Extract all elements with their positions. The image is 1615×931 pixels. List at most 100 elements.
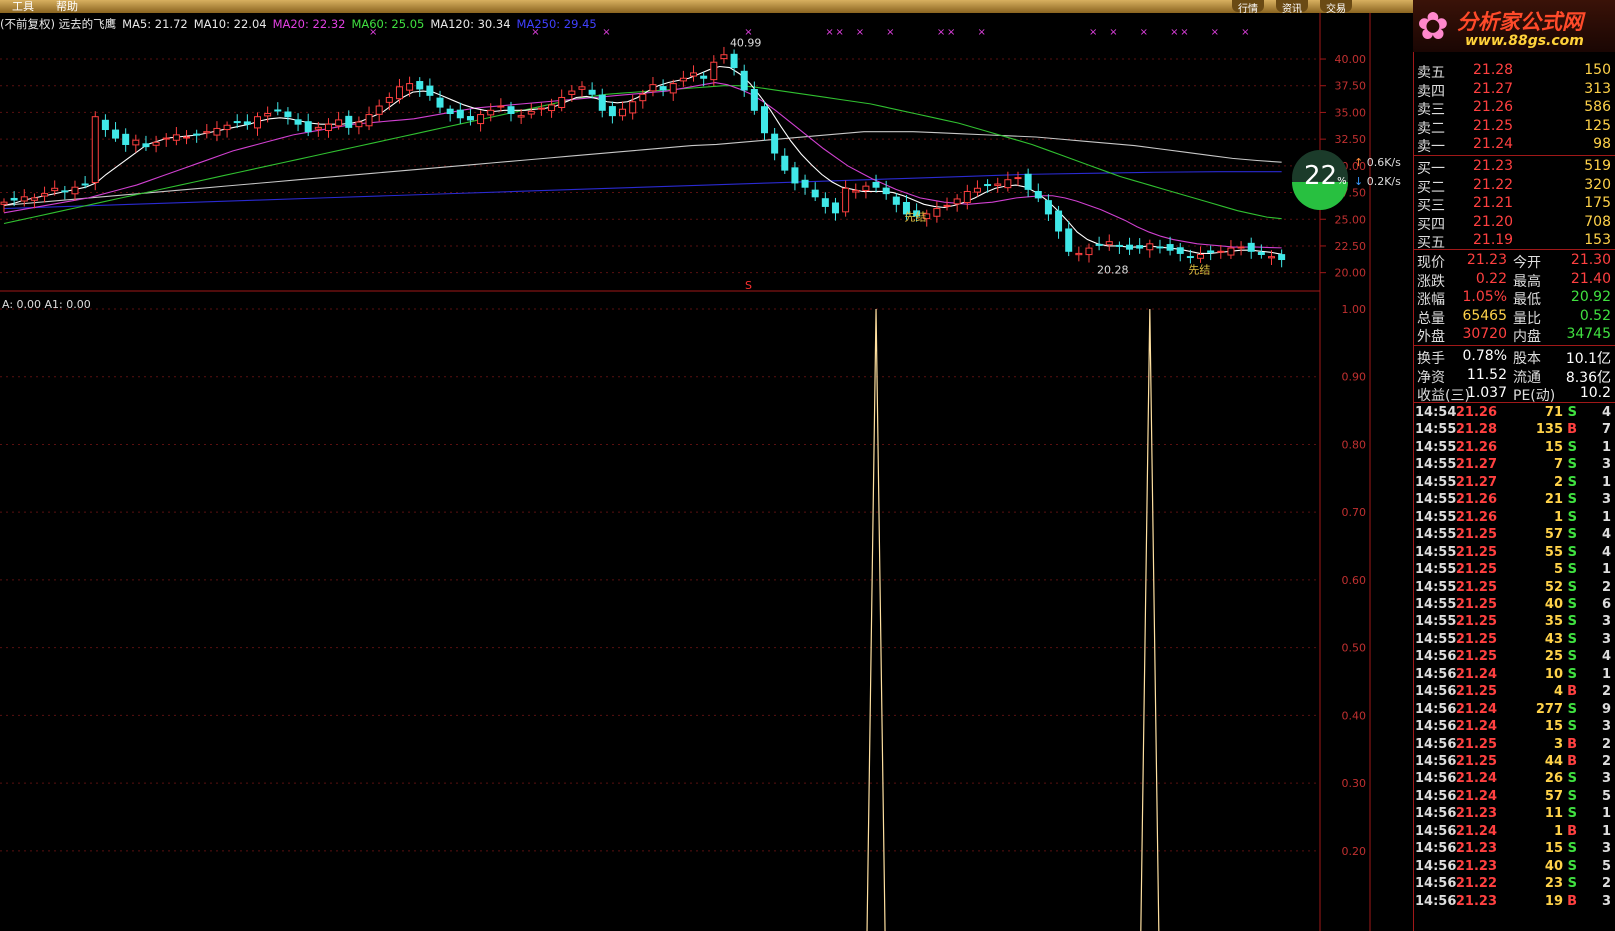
tick-side: B — [1567, 823, 1577, 839]
menu-help[interactable]: 帮助 — [56, 0, 78, 14]
bid-row[interactable]: 买四 21.20 708 — [1413, 214, 1615, 233]
candle-body — [872, 181, 880, 188]
tick-side: S — [1567, 841, 1577, 857]
tick-volume: 15 — [1544, 841, 1563, 857]
price-tick-label: 37.50 — [1335, 80, 1367, 93]
ind-tick-label: 0.50 — [1342, 642, 1367, 655]
candle-body — [51, 187, 59, 192]
candle-body — [254, 116, 261, 129]
stat-row[interactable]: 涨幅 1.05% 最低 20.92 — [1413, 289, 1615, 308]
stat-row[interactable]: 外盘 30720 内盘 34745 — [1413, 326, 1615, 345]
tick-time: 14:55 — [1415, 509, 1457, 525]
menu-bar: 工具 帮助 行情 资讯 交易 — [0, 0, 1615, 15]
tick-count: 7 — [1601, 422, 1611, 438]
candle-body — [608, 106, 616, 117]
ask-row[interactable]: 卖一 21.24 98 — [1413, 136, 1615, 155]
bid-volume: 153 — [1584, 232, 1611, 248]
candle-body — [1055, 210, 1063, 232]
menu-tools[interactable]: 工具 — [12, 0, 34, 14]
net-speed-widget: 22% ↑ 0.6K/s ↓ 0.2K/s — [1290, 148, 1401, 214]
tick-count: 3 — [1601, 457, 1611, 473]
info-row[interactable]: 换手 0.78% 股本 10.1亿 — [1413, 348, 1615, 367]
ask-row[interactable]: 卖二 21.25 125 — [1413, 118, 1615, 137]
tick-volume: 25 — [1544, 649, 1563, 665]
candle-body — [1095, 243, 1103, 246]
bid-row[interactable]: 买二 21.22 320 — [1413, 177, 1615, 196]
tick-time: 14:56 — [1415, 684, 1457, 700]
speed-down: 0.2K/s — [1366, 175, 1401, 188]
legend-ma120: MA120: 30.34 — [430, 17, 511, 31]
candle-body — [598, 94, 606, 111]
candle-body — [426, 85, 434, 96]
bid-row[interactable]: 买一 21.23 519 — [1413, 158, 1615, 177]
ask-volume: 125 — [1584, 117, 1611, 134]
legend-ma20: MA20: 22.32 — [272, 17, 346, 31]
ask-price: 21.26 — [1473, 99, 1514, 115]
candle-body — [791, 167, 799, 184]
stat-value: 21.23 — [1466, 252, 1507, 268]
stat-row[interactable]: 涨跌 0.22 最高 21.40 — [1413, 271, 1615, 290]
candle-body — [61, 190, 69, 193]
candle-body — [355, 121, 363, 128]
candle-body — [1268, 256, 1275, 259]
kline-chart[interactable]: 40.0037.5035.0032.5030.0027.5025.0022.50… — [0, 13, 1413, 931]
tick-row: 14:56 21.24 57 S 5 — [1413, 789, 1615, 806]
candle-body — [487, 109, 495, 116]
tick-row: 14:55 21.25 52 S 2 — [1413, 580, 1615, 597]
x-marker: × — [602, 27, 610, 38]
candle-body — [264, 113, 272, 117]
info-value: 0.78% — [1462, 348, 1507, 364]
tick-row: 14:56 21.24 277 S 9 — [1413, 702, 1615, 719]
info-label: 股本 — [1513, 351, 1541, 367]
tick-side: B — [1567, 422, 1577, 438]
stat-value: 1.05% — [1462, 289, 1507, 305]
tick-time: 14:56 — [1415, 666, 1457, 682]
bid-label: 买三 — [1417, 198, 1445, 214]
ind-tick-label: 0.30 — [1342, 777, 1367, 790]
tick-price: 21.25 — [1455, 684, 1497, 700]
tick-count: 2 — [1601, 684, 1611, 700]
candle-body — [1207, 250, 1215, 253]
ask-row[interactable]: 卖四 21.27 313 — [1413, 81, 1615, 100]
tick-side: S — [1567, 771, 1577, 787]
tick-price: 21.25 — [1455, 527, 1497, 543]
x-marker: × — [856, 27, 864, 38]
tick-time: 14:55 — [1415, 631, 1457, 647]
divider — [1413, 249, 1615, 250]
bid-label: 买一 — [1417, 161, 1445, 177]
tick-volume: 52 — [1544, 579, 1563, 595]
info-row[interactable]: 净资 11.52 流通 8.36亿 — [1413, 367, 1615, 386]
tab-quotes[interactable]: 行情 — [1232, 0, 1264, 15]
tick-volume: 15 — [1544, 719, 1563, 735]
candle-body — [304, 121, 312, 133]
tick-price: 21.28 — [1455, 422, 1497, 438]
x-marker: × — [1089, 27, 1097, 38]
stat-value: 0.22 — [1475, 270, 1507, 287]
bid-row[interactable]: 买三 21.21 175 — [1413, 195, 1615, 214]
tick-row: 14:56 21.23 19 B 3 — [1413, 894, 1615, 911]
stat-row[interactable]: 总量 65465 量比 0.52 — [1413, 308, 1615, 327]
x-marker: × — [825, 27, 833, 38]
candle-body — [994, 183, 1002, 186]
tick-count: 2 — [1601, 736, 1611, 752]
candle-body — [507, 106, 515, 114]
info-value: 11.52 — [1466, 366, 1507, 383]
tick-price: 21.23 — [1455, 858, 1497, 874]
candle-body — [852, 189, 860, 193]
tick-volume: 44 — [1544, 754, 1563, 769]
info-value: 1.037 — [1466, 385, 1507, 401]
ask-row[interactable]: 卖三 21.26 586 — [1413, 99, 1615, 118]
tick-row: 14:56 21.25 4 B 2 — [1413, 684, 1615, 701]
tick-volume: 43 — [1544, 631, 1563, 647]
tab-news[interactable]: 资讯 — [1276, 0, 1308, 15]
ask-row[interactable]: 卖五 21.28 150 — [1413, 62, 1615, 81]
tick-time: 14:55 — [1415, 596, 1457, 612]
tick-count: 4 — [1601, 405, 1611, 420]
candle-body — [659, 86, 667, 91]
tab-trade[interactable]: 交易 — [1320, 0, 1352, 15]
tick-side: S — [1567, 788, 1577, 804]
candle-body — [639, 93, 647, 102]
stat-row[interactable]: 现价 21.23 今开 21.30 — [1413, 252, 1615, 271]
candle-body — [517, 115, 525, 118]
candle-body — [973, 187, 981, 193]
